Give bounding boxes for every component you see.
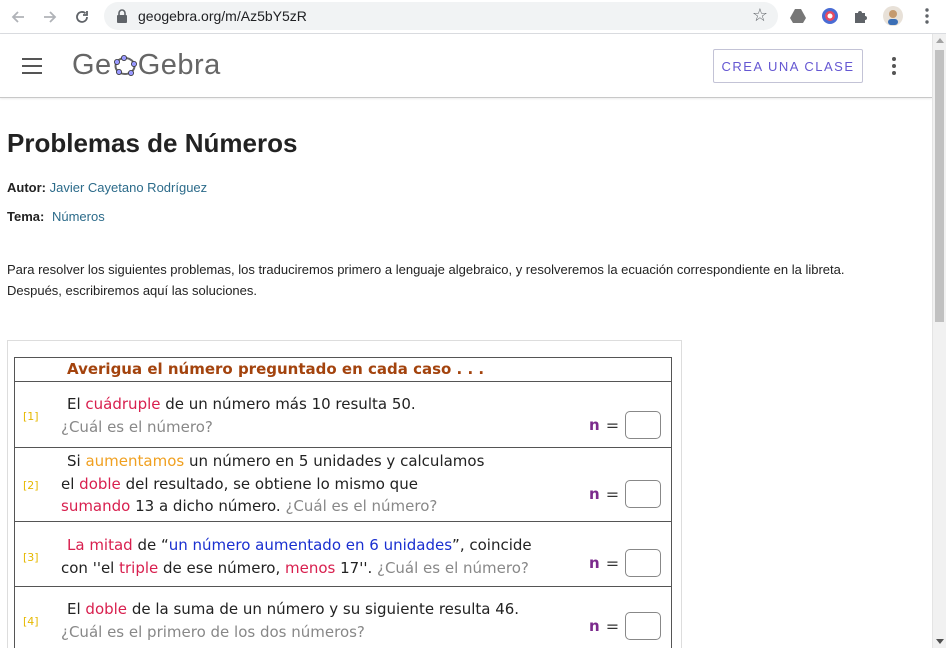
problem-text: Si aumentamos un número en 5 unidades y …	[61, 452, 485, 515]
reload-icon[interactable]	[70, 5, 94, 29]
problem-number: [1]	[23, 410, 39, 423]
variable-n: n	[589, 485, 600, 503]
hamburger-menu-icon[interactable]	[22, 58, 42, 74]
back-icon[interactable]	[6, 5, 30, 29]
puzzle-extensions-icon[interactable]	[851, 6, 871, 26]
variable-n: n	[589, 617, 600, 635]
problems-table: Averigua el número preguntado en cada ca…	[14, 357, 672, 648]
topic-link[interactable]: Números	[52, 209, 105, 224]
address-bar[interactable]: geogebra.org/m/Az5bY5zR ☆	[104, 2, 778, 30]
crea-una-clase-button[interactable]: CREA UNA CLASE	[713, 49, 863, 83]
problem-row-1: [1] El cuádruple de un número más 10 res…	[15, 382, 671, 448]
geogebra-logo[interactable]: Ge Gebra	[72, 49, 221, 82]
description-line-2: Después, escribiremos aquí las solucione…	[7, 283, 258, 298]
problem-row-3: [3] La mitad de “un número aumentado en …	[15, 522, 671, 587]
author-link[interactable]: Javier Cayetano Rodríguez	[50, 180, 208, 195]
forward-icon[interactable]	[38, 5, 62, 29]
app-header: Ge Gebra CREA UNA CLASE	[0, 34, 932, 98]
description-line-1: Para resolver los siguientes problemas, …	[7, 262, 845, 277]
problem-text: El cuádruple de un número más 10 resulta…	[61, 395, 416, 436]
answer-group: n =	[589, 480, 662, 508]
answer-group: n =	[589, 549, 662, 577]
author-label: Autor:	[7, 180, 46, 195]
drive-extension-icon[interactable]	[788, 6, 808, 26]
more-options-icon[interactable]	[884, 56, 904, 76]
answer-input-4[interactable]	[625, 612, 662, 640]
answer-input-2[interactable]	[625, 480, 662, 508]
page-title: Problemas de Números	[7, 128, 298, 158]
bookmark-star-icon[interactable]: ☆	[752, 5, 768, 26]
lock-icon	[117, 9, 127, 23]
description: Para resolver los siguientes problemas, …	[7, 259, 917, 301]
geogebra-ellipse-icon	[113, 54, 137, 76]
topic-label: Tema:	[7, 209, 45, 224]
answer-group: n =	[589, 411, 662, 439]
variable-n: n	[589, 554, 600, 572]
problem-text: El doble de la suma de un número y su si…	[61, 600, 520, 641]
scroll-up-arrow-icon[interactable]	[936, 38, 944, 43]
answer-input-1[interactable]	[625, 411, 662, 439]
problem-row-4: [4] El doble de la suma de un número y s…	[15, 587, 671, 648]
page-scrollbar[interactable]	[932, 34, 946, 648]
topic-line: Tema: Números	[7, 209, 105, 224]
color-extension-icon[interactable]	[820, 6, 840, 26]
problem-text: La mitad de “un número aumentado en 6 un…	[61, 536, 532, 577]
answer-group: n =	[589, 612, 662, 640]
problem-row-2: [2] Si aumentamos un número en 5 unidade…	[15, 448, 671, 522]
author-line: Autor: Javier Cayetano Rodríguez	[7, 180, 207, 195]
problem-number: [4]	[23, 615, 39, 628]
answer-input-3[interactable]	[625, 549, 662, 577]
variable-n: n	[589, 416, 600, 434]
scrollbar-thumb[interactable]	[935, 50, 944, 322]
browser-toolbar: geogebra.org/m/Az5bY5zR ☆	[0, 0, 946, 34]
scroll-down-arrow-icon[interactable]	[936, 639, 944, 644]
problem-number: [2]	[23, 479, 39, 492]
problem-number: [3]	[23, 551, 39, 564]
browser-menu-icon[interactable]	[917, 6, 937, 26]
url-text: geogebra.org/m/Az5bY5zR	[138, 8, 307, 24]
applet-heading: Averigua el número preguntado en cada ca…	[15, 358, 671, 382]
profile-avatar-icon[interactable]	[883, 6, 903, 26]
